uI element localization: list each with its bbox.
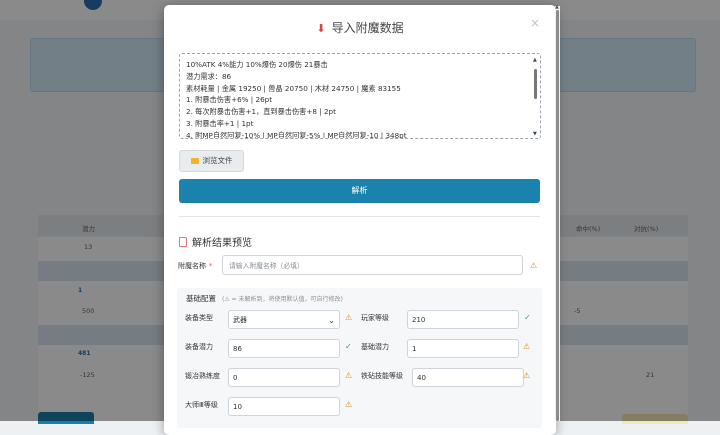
basic-config-hint: (⚠ = 未解析到，将使用默认值，可自行修改) xyxy=(222,296,343,303)
textarea-line: 4. 附MP自然回复-10% | MP自然回复-5% | MP自然回复-10 |… xyxy=(186,130,407,139)
warning-icon: ⚠ xyxy=(345,313,353,322)
required-marker: * xyxy=(209,262,213,270)
scroll-up-icon[interactable]: ▲ xyxy=(533,58,537,63)
equip-potential-input[interactable]: 86 xyxy=(228,339,340,358)
iron-skill-level-label: 铁砧技能等级 xyxy=(361,372,403,380)
enchant-data-textarea[interactable]: 10%ATK 4%能力 10%爆伤 20爆伤 21暴击 潜力需求：86 素材耗量… xyxy=(179,53,541,139)
enchant-name-input[interactable]: 请输入附魔名称（必填） xyxy=(222,255,523,275)
textarea-line: 潜力需求：86 xyxy=(186,71,232,81)
player-level-input[interactable]: 210 xyxy=(407,310,519,329)
warning-icon: ⚠ xyxy=(523,371,531,380)
warning-icon: ⚠ xyxy=(523,342,531,351)
scrollbar-thumb[interactable] xyxy=(534,69,537,99)
textarea-scrollbar[interactable]: ▲ ▼ xyxy=(533,57,538,137)
equip-type-select[interactable]: 武器 ⌄ xyxy=(228,310,340,329)
clipboard-icon xyxy=(179,237,187,247)
master-level-label: 大师Ⅲ等级 xyxy=(185,401,218,409)
equip-potential-label: 装备潜力 xyxy=(185,343,213,351)
preview-section-title: 解析结果预览 xyxy=(179,234,252,249)
browse-file-button[interactable]: 浏览文件 xyxy=(179,150,244,172)
parse-button[interactable]: 解析 xyxy=(179,179,540,203)
scroll-down-icon[interactable]: ▼ xyxy=(533,132,537,137)
smith-proficiency-input[interactable]: 0 xyxy=(228,368,340,387)
browse-file-label: 浏览文件 xyxy=(202,156,233,165)
player-level-label: 玩家等级 xyxy=(361,314,389,322)
import-icon: ⬇ xyxy=(316,22,326,35)
textarea-line: 3. 附暴击率+1 | 1pt xyxy=(186,118,254,128)
check-icon: ✓ xyxy=(524,313,531,322)
enchant-name-label: 附魔名称 * xyxy=(178,261,213,271)
preview-title-text: 解析结果预览 xyxy=(192,238,252,249)
modal-title-text: 导入附魔数据 xyxy=(331,21,404,35)
textarea-line: 2. 每次附暴击伤害+1，直到暴击伤害+8 | 2pt xyxy=(186,107,336,117)
smith-proficiency-label: 锻冶熟练度 xyxy=(185,372,220,380)
equip-type-label: 装备类型 xyxy=(185,314,213,322)
base-potential-input[interactable]: 1 xyxy=(407,339,519,358)
base-potential-label: 基础潜力 xyxy=(361,343,389,351)
chevron-down-icon: ⌄ xyxy=(328,316,335,325)
enchant-name-label-text: 附魔名称 xyxy=(178,262,206,270)
iron-skill-level-input[interactable]: 40 xyxy=(412,368,524,387)
check-icon: ✓ xyxy=(345,342,352,351)
modal-title: ⬇ 导入附魔数据 xyxy=(164,19,556,36)
divider xyxy=(179,216,540,217)
equip-type-value: 武器 xyxy=(233,316,247,324)
folder-icon xyxy=(190,158,199,164)
import-enchant-modal: ⬇ 导入附魔数据 × 10%ATK 4%能力 10%爆伤 20爆伤 21暴击 潜力… xyxy=(164,5,556,435)
textarea-line: 1. 附暴击伤害+6% | 26pt xyxy=(186,95,273,105)
modal-scrollbar[interactable]: ▲ xyxy=(555,5,560,421)
basic-config-title: 基础配置 xyxy=(186,294,216,303)
textarea-content[interactable]: 10%ATK 4%能力 10%爆伤 20爆伤 21暴击 潜力需求：86 素材耗量… xyxy=(186,59,407,139)
warning-icon: ⚠ xyxy=(530,261,538,270)
warning-icon: ⚠ xyxy=(345,400,353,409)
textarea-line: 10%ATK 4%能力 10%爆伤 20爆伤 21暴击 xyxy=(186,60,328,69)
close-icon[interactable]: × xyxy=(530,16,540,30)
warning-icon: ⚠ xyxy=(345,371,353,380)
scrollbar-thumb[interactable] xyxy=(556,10,559,421)
master-level-input[interactable]: 10 xyxy=(228,397,340,416)
textarea-line: 素材耗量 | 金属 19250 | 兽晶 20750 | 木材 24750 | … xyxy=(186,83,401,93)
